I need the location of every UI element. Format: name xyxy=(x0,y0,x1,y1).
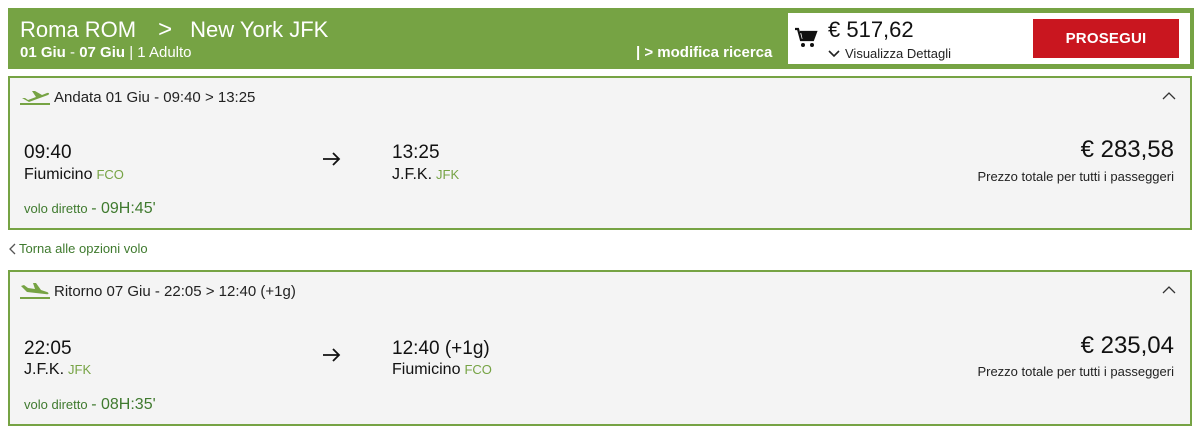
search-summary-bar: Roma ROM > New York JFK 01 Giu - 07 Giu … xyxy=(8,8,1194,69)
date-outbound: 01 Giu xyxy=(20,44,66,61)
return-price-note: Prezzo totale per tutti i passeggeri xyxy=(977,364,1174,379)
modify-search-link[interactable]: | > modifica ricerca xyxy=(636,44,772,61)
outbound-duration: volo diretto - 09H:45' xyxy=(24,200,156,217)
chevron-up-icon[interactable] xyxy=(1162,286,1176,294)
chevron-up-icon[interactable] xyxy=(1162,92,1176,100)
arrival-time: 13:25 xyxy=(392,142,440,163)
view-details-label: Visualizza Dettagli xyxy=(845,46,951,61)
passenger-count: | 1 Adulto xyxy=(125,44,192,61)
cart-icon[interactable] xyxy=(794,26,818,50)
chevron-down-icon xyxy=(828,49,840,57)
trip-dates: 01 Giu - 07 Giu | 1 Adulto xyxy=(20,44,192,61)
arrow-right-icon xyxy=(323,152,341,166)
back-to-flight-options-link[interactable]: Torna alle opzioni volo xyxy=(8,241,148,256)
chevron-left-icon xyxy=(9,243,16,254)
return-duration: volo diretto - 08H:35' xyxy=(24,396,156,413)
origin-city: Roma ROM xyxy=(20,17,137,42)
arrow-right-icon xyxy=(323,348,341,362)
departure-code: FCO xyxy=(96,167,124,182)
arrival-airport: J.F.K. JFK xyxy=(392,166,460,183)
departure-time: 09:40 xyxy=(24,142,72,163)
return-price: € 235,04 xyxy=(1080,332,1174,359)
arrival-code: FCO xyxy=(464,362,492,377)
return-flight-card: Ritorno 07 Giu - 22:05 > 12:40 (+1g) 22:… xyxy=(8,270,1192,426)
return-card-header[interactable]: Ritorno 07 Giu - 22:05 > 12:40 (+1g) xyxy=(10,272,1190,310)
destination-city: New York JFK xyxy=(190,17,329,42)
cart-summary: € 517,62 Visualizza Dettagli PROSEGUI xyxy=(788,13,1190,64)
plane-landing-icon xyxy=(20,283,50,299)
route-title: Roma ROM > New York JFK xyxy=(20,16,328,44)
cart-total-price: € 517,62 xyxy=(828,17,914,42)
plane-takeoff-icon xyxy=(20,91,50,105)
arrival-airport: Fiumicino FCO xyxy=(392,361,492,378)
departure-code: JFK xyxy=(68,362,92,377)
route-separator: > xyxy=(158,16,173,43)
proceed-button[interactable]: PROSEGUI xyxy=(1033,19,1179,58)
outbound-price: € 283,58 xyxy=(1080,136,1174,163)
date-return: 07 Giu xyxy=(79,44,126,61)
departure-airport: J.F.K. JFK xyxy=(24,361,92,378)
view-details-link[interactable]: Visualizza Dettagli xyxy=(828,46,951,61)
arrival-time: 12:40 (+1g) xyxy=(392,338,490,359)
departure-time: 22:05 xyxy=(24,338,72,359)
outbound-price-note: Prezzo totale per tutti i passeggeri xyxy=(977,169,1174,184)
back-link-label: Torna alle opzioni volo xyxy=(19,241,148,256)
arrival-code: JFK xyxy=(436,167,460,182)
outbound-heading: Andata 01 Giu - 09:40 > 13:25 xyxy=(54,89,256,106)
outbound-flight-card: Andata 01 Giu - 09:40 > 13:25 09:40 Fium… xyxy=(8,76,1192,230)
departure-airport: Fiumicino FCO xyxy=(24,166,124,183)
outbound-card-header[interactable]: Andata 01 Giu - 09:40 > 13:25 xyxy=(10,78,1190,116)
return-heading: Ritorno 07 Giu - 22:05 > 12:40 (+1g) xyxy=(54,283,296,300)
date-dash: - xyxy=(65,44,80,61)
